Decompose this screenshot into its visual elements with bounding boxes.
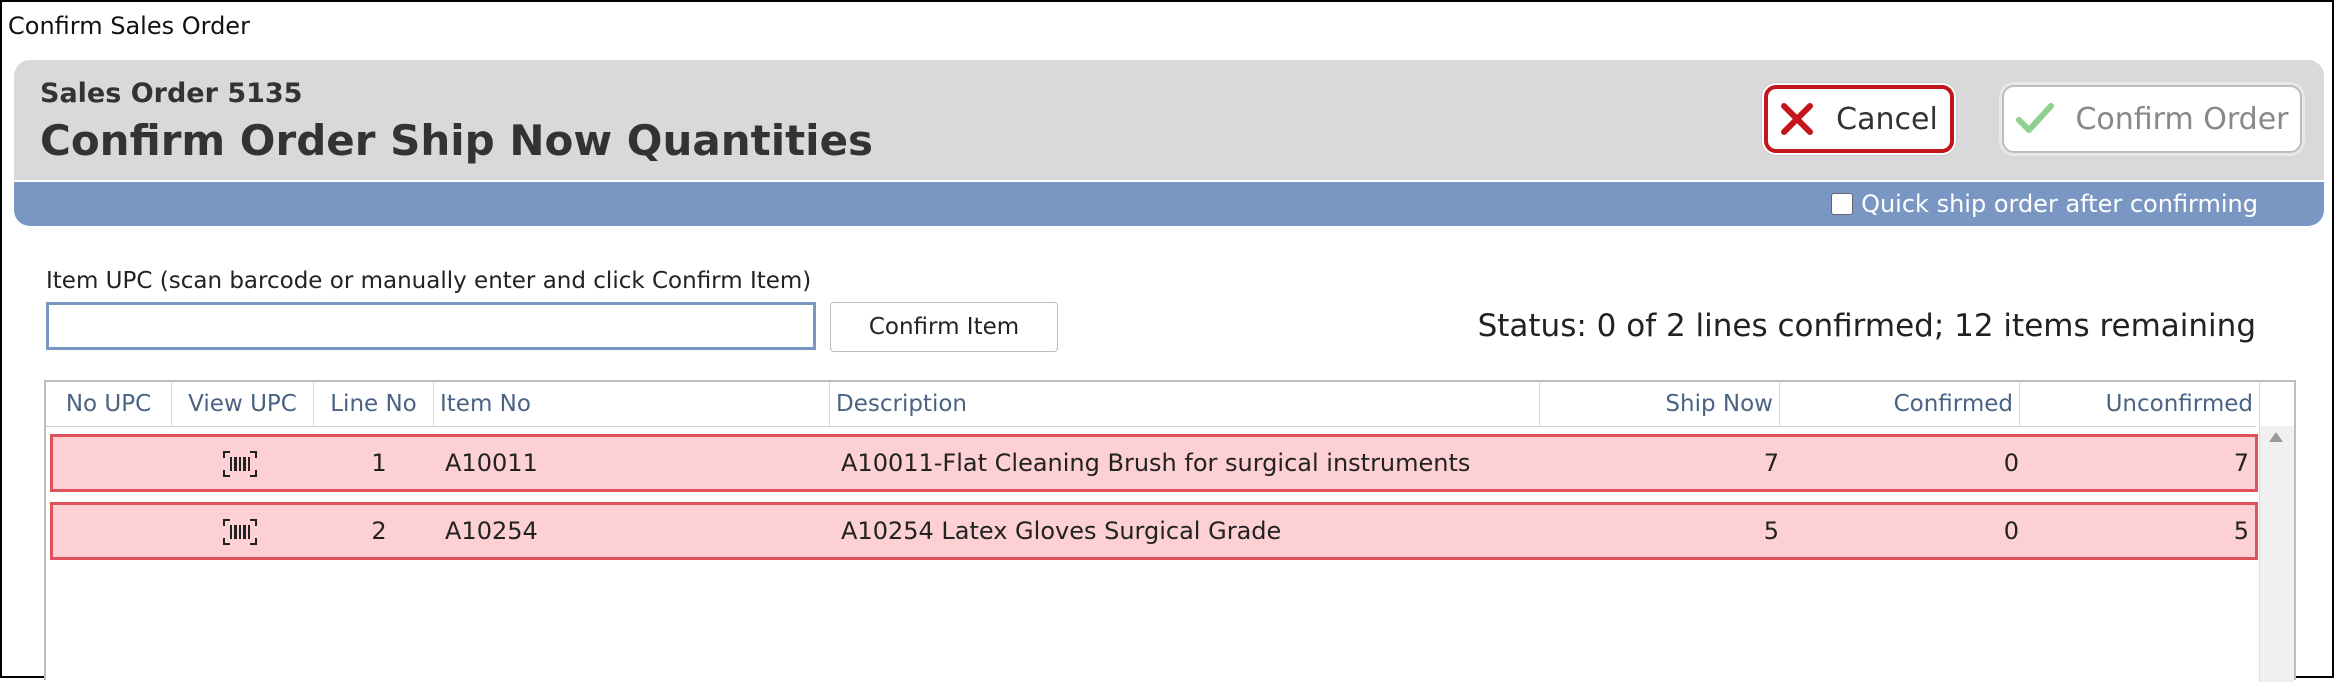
sales-order-label: Sales Order 5135 — [40, 78, 303, 109]
line-no-cell: 2 — [371, 517, 387, 545]
confirm-order-button[interactable]: Confirm Order — [2002, 85, 2302, 153]
confirm-order-label: Confirm Order — [2075, 101, 2289, 137]
item-no-cell: A10254 — [445, 517, 538, 545]
column-header-item-no[interactable]: Item No — [434, 382, 830, 426]
cancel-label: Cancel — [1836, 101, 1938, 137]
ship-now-cell: 7 — [1763, 449, 1779, 477]
description-cell: A10011-Flat Cleaning Brush for surgical … — [841, 449, 1471, 477]
item-upc-input[interactable] — [46, 302, 816, 350]
confirmed-cell: 0 — [2003, 449, 2019, 477]
item-no-cell: A10011 — [445, 449, 538, 477]
ship-now-cell: 5 — [1763, 517, 1779, 545]
column-header-no-upc[interactable]: No UPC — [46, 382, 172, 426]
options-bar: Quick ship order after confirming — [14, 182, 2324, 226]
cancel-button[interactable]: Cancel — [1764, 85, 1954, 153]
confirm-item-button[interactable]: Confirm Item — [830, 302, 1058, 352]
item-upc-label: Item UPC (scan barcode or manually enter… — [46, 268, 812, 294]
column-header-description[interactable]: Description — [830, 382, 1540, 426]
quick-ship-checkbox[interactable] — [1831, 193, 1854, 215]
no-upc-cell[interactable] — [53, 505, 177, 557]
column-header-confirmed[interactable]: Confirmed — [1780, 382, 2020, 426]
checkmark-icon — [2016, 103, 2055, 133]
quick-ship-option[interactable]: Quick ship order after confirming — [1831, 190, 2258, 218]
confirm-sales-order-window: Confirm Sales Order Sales Order 5135 Con… — [0, 0, 2334, 682]
column-header-ship-now[interactable]: Ship Now — [1540, 382, 1780, 426]
close-icon — [1781, 103, 1814, 135]
column-header-view-upc[interactable]: View UPC — [172, 382, 314, 426]
window-title: Confirm Sales Order — [8, 12, 250, 40]
quick-ship-label: Quick ship order after confirming — [1861, 190, 2258, 218]
unconfirmed-cell: 5 — [2233, 517, 2249, 545]
scroll-up-arrow-icon[interactable] — [2269, 432, 2283, 442]
table-row[interactable]: 2 A10254 A10254 Latex Gloves Surgical Gr… — [50, 502, 2258, 560]
order-header: Sales Order 5135 Confirm Order Ship Now … — [14, 60, 2324, 180]
vertical-scrollbar[interactable] — [2259, 426, 2294, 682]
order-lines-grid: No UPC View UPC Line No Item No Descript… — [44, 380, 2296, 682]
grid-header: No UPC View UPC Line No Item No Descript… — [46, 382, 2260, 427]
barcode-icon[interactable] — [223, 519, 257, 545]
no-upc-cell[interactable] — [53, 437, 177, 489]
table-row[interactable]: 1 A10011 A10011-Flat Cleaning Brush for … — [50, 434, 2258, 492]
page-title: Confirm Order Ship Now Quantities — [40, 116, 874, 165]
unconfirmed-cell: 7 — [2233, 449, 2249, 477]
status-text: Status: 0 of 2 lines confirmed; 12 items… — [1477, 308, 2256, 344]
column-header-unconfirmed[interactable]: Unconfirmed — [2020, 382, 2260, 426]
barcode-icon[interactable] — [223, 451, 257, 477]
column-header-line-no[interactable]: Line No — [314, 382, 434, 426]
line-no-cell: 1 — [371, 449, 387, 477]
description-cell: A10254 Latex Gloves Surgical Grade — [841, 517, 1282, 545]
confirmed-cell: 0 — [2003, 517, 2019, 545]
